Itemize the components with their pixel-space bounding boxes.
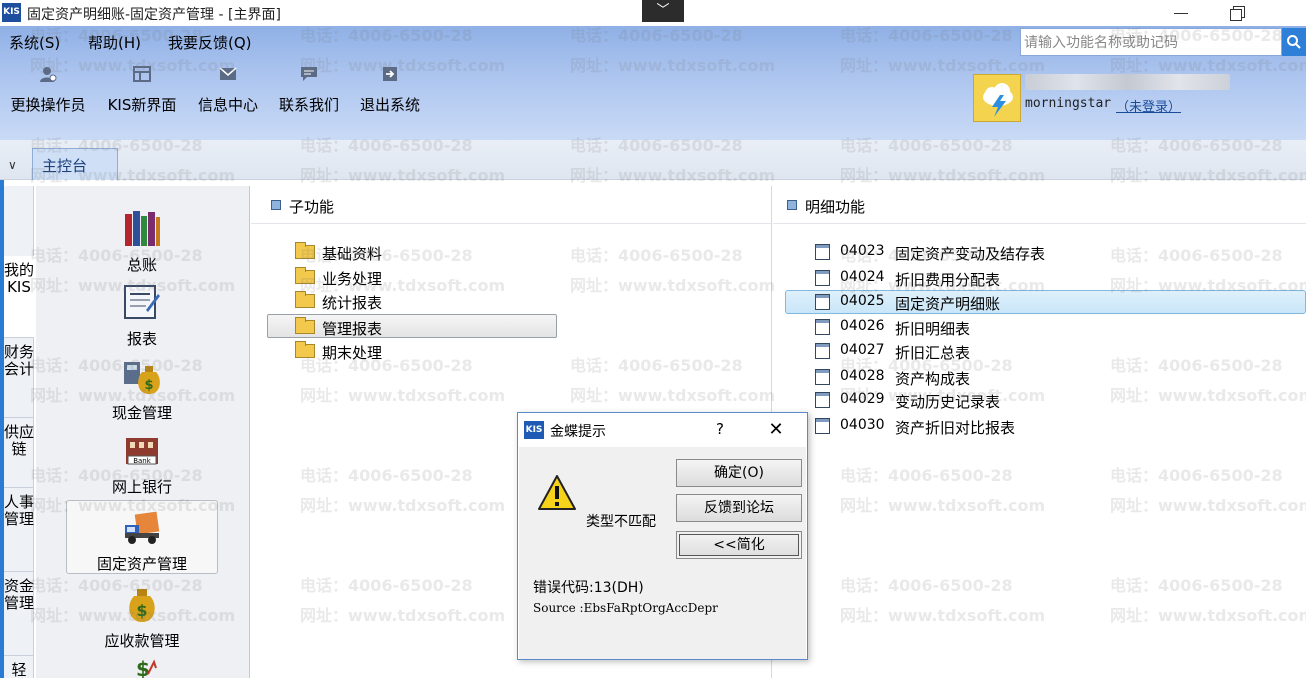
layout-icon: [133, 66, 151, 82]
login-status-link[interactable]: （未登录）: [1116, 96, 1181, 115]
contact-us-button[interactable]: 联系我们: [275, 66, 343, 115]
simplify-button[interactable]: <<简化: [676, 531, 802, 559]
panel-bullet-icon: [787, 200, 797, 210]
restore-button[interactable]: [1226, 3, 1250, 23]
switch-operator-button[interactable]: 更换操作员: [6, 66, 90, 115]
vtab-finance[interactable]: 财务会计: [4, 338, 34, 418]
toolbar-label: KIS新界面: [107, 96, 177, 114]
cash-bag-icon: $: [122, 356, 162, 396]
svg-text:Bank: Bank: [133, 457, 152, 465]
svg-text:$: $: [136, 657, 150, 678]
dialog-message: 类型不匹配: [586, 514, 656, 530]
detail-panel: 明细功能 04023 固定资产变动及结存表 04024 折旧费用分配表 0402…: [773, 186, 1306, 678]
vtab-more[interactable]: 轻: [4, 656, 34, 678]
error-code: 错误代码:13(DH): [533, 580, 644, 596]
window-title: 固定资产明细账-固定资产管理 - [主界面]: [27, 7, 281, 23]
vtab-funds[interactable]: 资金管理: [4, 572, 34, 656]
user-name: morningstar: [1025, 96, 1112, 111]
user-info-blurred: [1025, 74, 1230, 90]
document-icon: [815, 369, 830, 385]
folder-icon: [295, 341, 315, 358]
document-icon: [815, 294, 830, 310]
header: 系统(S) 帮助(H) 我要反馈(Q) 请输入功能名称或助记码 更换操作员 KI…: [0, 26, 1306, 140]
document-icon: [815, 244, 830, 260]
minimize-button[interactable]: [1170, 3, 1194, 23]
feedback-forum-button[interactable]: 反馈到论坛: [676, 494, 802, 522]
menu-system[interactable]: 系统(S): [9, 32, 60, 53]
dialog-title: 金蝶提示: [550, 424, 606, 440]
vtab-hr[interactable]: 人事管理: [4, 488, 34, 572]
kis-logo-icon: KIS: [524, 421, 544, 439]
exit-icon: [381, 66, 399, 82]
subfunction-header: 子功能: [251, 186, 771, 224]
help-icon[interactable]: ?: [710, 419, 730, 439]
module-receivables[interactable]: $ 应收款管理: [66, 584, 218, 651]
weather-storm-icon[interactable]: [973, 74, 1021, 122]
bank-icon: Bank: [122, 430, 162, 470]
vertical-tabs: 我的KIS 财务会计 供应链 人事管理 资金管理 轻: [4, 186, 34, 678]
exit-system-button[interactable]: 退出系统: [356, 66, 424, 115]
folder-icon: [295, 267, 315, 284]
module-more[interactable]: $: [66, 656, 218, 678]
title-bar: KIS 固定资产明细账-固定资产管理 - [主界面] ﹀: [0, 0, 1306, 26]
vtab-my-kis[interactable]: 我的KIS: [4, 256, 34, 338]
folder-icon: [295, 291, 315, 308]
mail-icon: [219, 66, 237, 82]
report-icon: [122, 282, 162, 322]
detail-title: 明细功能: [805, 198, 866, 216]
money-bag-icon: $: [122, 584, 162, 624]
document-icon: [815, 319, 830, 335]
vtab-supply-chain[interactable]: 供应链: [4, 418, 34, 488]
user-switch-icon: [39, 66, 57, 82]
svg-text:$: $: [144, 378, 153, 393]
search-input[interactable]: 请输入功能名称或助记码: [1020, 28, 1282, 56]
module-fixed-assets[interactable]: 固定资产管理: [66, 500, 218, 574]
menu-bar: 系统(S) 帮助(H) 我要反馈(Q) 请输入功能名称或助记码: [0, 26, 1306, 58]
folder-open-icon: [295, 317, 315, 334]
document-icon: [815, 270, 830, 286]
module-online-bank[interactable]: Bank 网上银行: [66, 430, 218, 497]
error-source: Source :EbsFaRptOrgAccDepr: [533, 601, 718, 615]
close-icon[interactable]: ✕: [764, 419, 788, 441]
toolbar-label: 信息中心: [197, 96, 258, 114]
search-icon[interactable]: [1282, 28, 1306, 56]
ok-button[interactable]: 确定(O): [676, 459, 802, 487]
module-list: 总账 报表 $ 现金管理 Bank 网上银行 固定资产管理 $ 应收款管理 $: [36, 186, 250, 678]
app-logo-icon: KIS: [2, 3, 21, 22]
document-icon: [815, 418, 830, 434]
menu-feedback[interactable]: 我要反馈(Q): [168, 32, 252, 53]
tab-main-console[interactable]: 主控台: [32, 148, 118, 180]
module-cash-management[interactable]: $ 现金管理: [66, 356, 218, 423]
panel-bullet-icon: [271, 200, 281, 210]
module-general-ledger[interactable]: 总账: [66, 208, 218, 275]
books-icon: [122, 208, 162, 248]
folder-icon: [295, 242, 315, 259]
kis-new-ui-button[interactable]: KIS新界面: [102, 66, 182, 115]
subfunction-title: 子功能: [289, 198, 335, 216]
truck-icon: [122, 507, 162, 547]
toolbar-label: 退出系统: [359, 96, 420, 114]
toolbar-label: 联系我们: [278, 96, 339, 114]
document-icon: [815, 343, 830, 359]
chevron-down-icon[interactable]: ﹀: [642, 0, 684, 22]
chat-icon: [300, 66, 318, 82]
dialog-body: 类型不匹配 确定(O) 反馈到论坛 <<简化 错误代码:13(DH) Sourc…: [519, 447, 806, 659]
detail-header: 明细功能: [773, 186, 1306, 224]
module-reports[interactable]: 报表: [66, 282, 218, 349]
menu-help[interactable]: 帮助(H): [88, 32, 141, 53]
toolbar: 更换操作员 KIS新界面 信息中心 联系我们 退出系统: [0, 66, 900, 116]
dollar-arrow-icon: $: [122, 656, 162, 678]
document-icon: [815, 392, 830, 408]
info-center-button[interactable]: 信息中心: [194, 66, 262, 115]
toolbar-label: 更换操作员: [10, 96, 86, 114]
svg-text:$: $: [136, 601, 147, 620]
error-dialog: KIS 金蝶提示 ? ✕ 类型不匹配 确定(O) 反馈到论坛 <<简化 错误代码…: [517, 412, 808, 660]
warning-icon: [537, 473, 577, 513]
collapse-icon[interactable]: ∨: [8, 158, 17, 172]
tab-strip: ∨ 主控台: [0, 140, 1306, 180]
